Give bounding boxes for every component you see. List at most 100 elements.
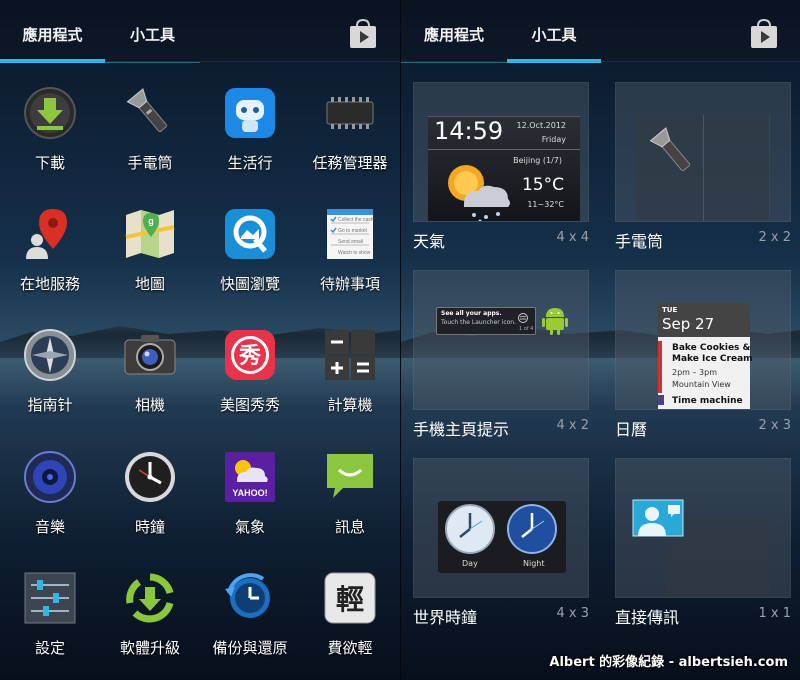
tab-bar: 應用程式 小工具 bbox=[0, 0, 400, 63]
app-label: 待辦事項 bbox=[319, 275, 380, 293]
play-store-icon[interactable] bbox=[348, 18, 378, 50]
app-settings[interactable]: 設定 bbox=[0, 571, 100, 658]
tab-widgets[interactable]: 小工具 bbox=[105, 0, 200, 63]
widget-weather[interactable]: 14:59 12.Oct.2012 Friday Beijing (1/7) 1… bbox=[413, 82, 589, 252]
camera-icon bbox=[124, 335, 176, 375]
tab-widgets[interactable]: 小工具 bbox=[507, 0, 601, 63]
calendar-event-time: 2pm – 3pm bbox=[672, 368, 718, 377]
weather-range: 11~32°C bbox=[527, 200, 564, 209]
app-maps[interactable]: g 地圖 bbox=[100, 207, 200, 294]
calendar-dow: TUE bbox=[662, 306, 678, 314]
app-label: 訊息 bbox=[334, 518, 365, 536]
app-local-services[interactable]: 在地服務 bbox=[0, 207, 100, 294]
app-messaging[interactable]: 訊息 bbox=[300, 450, 400, 537]
qing-character-icon: 輕 bbox=[324, 572, 376, 624]
compass-icon bbox=[24, 329, 76, 381]
app-label: 快圖瀏覽 bbox=[219, 275, 280, 293]
app-camera[interactable]: 相機 bbox=[100, 328, 200, 415]
widget-direct-message[interactable]: 直接傳訊 1 x 1 bbox=[615, 458, 791, 628]
app-label: 美图秀秀 bbox=[219, 396, 280, 414]
app-label: 相機 bbox=[134, 396, 165, 414]
settings-sliders-icon bbox=[24, 572, 76, 624]
app-quickpic[interactable]: 快圖瀏覽 bbox=[200, 207, 300, 294]
widget-world-clock[interactable]: Day Night 世界時鐘 4 x 3 bbox=[413, 458, 589, 628]
flashlight-icon bbox=[126, 88, 168, 132]
app-label: 設定 bbox=[34, 639, 65, 657]
todo-line: Watch tv show bbox=[338, 250, 371, 256]
clock-day-label: Day bbox=[462, 559, 478, 568]
widget-name: 世界時鐘 bbox=[413, 608, 478, 627]
weather-date: 12.Oct.2012 bbox=[516, 121, 566, 130]
svg-text:g: g bbox=[148, 216, 154, 226]
calendar-event-place: Mountain View bbox=[672, 380, 731, 389]
play-store-icon[interactable] bbox=[749, 18, 779, 50]
tab-bar: 應用程式 小工具 bbox=[401, 0, 800, 63]
launcher-dots-icon bbox=[518, 313, 528, 323]
apps-drawer-panel: 應用程式 小工具 下載 手電筒 生活行 任務管理器 在地服務 g 地圖 快圖瀏覽… bbox=[0, 0, 400, 680]
calendar-date: Sep 27 bbox=[662, 315, 715, 333]
widget-name: 天氣 bbox=[413, 232, 446, 251]
robot-icon bbox=[225, 88, 275, 138]
update-arrows-icon bbox=[126, 573, 174, 623]
widget-size: 2 x 3 bbox=[758, 418, 792, 433]
map-pin-person-icon bbox=[26, 209, 67, 259]
widgets-drawer-panel: 應用程式 小工具 14:59 12.Oct.2012 Friday Beijin… bbox=[400, 0, 800, 680]
quickpic-icon bbox=[225, 209, 275, 259]
widget-name: 直接傳訊 bbox=[615, 608, 680, 627]
widget-size: 4 x 3 bbox=[556, 606, 590, 621]
app-label: 軟體升級 bbox=[119, 639, 180, 657]
app-backup-restore[interactable]: 備份與還原 bbox=[200, 571, 300, 658]
calendar-event2: Time machine bbox=[672, 396, 743, 406]
todo-line: Go to market bbox=[338, 228, 368, 234]
widget-home-tips[interactable]: See all your apps. Touch the Launcher ic… bbox=[413, 270, 589, 440]
day-clock-icon bbox=[445, 504, 495, 554]
app-meitu[interactable]: 秀 美图秀秀 bbox=[200, 328, 300, 415]
app-software-update[interactable]: 軟體升級 bbox=[100, 571, 200, 658]
app-fei-yu-qing[interactable]: 輕 費欲輕 bbox=[300, 571, 400, 658]
widget-name: 日曆 bbox=[615, 420, 648, 439]
app-todo[interactable]: Collect the cash Go to market Send email… bbox=[300, 207, 400, 294]
widget-name: 手電筒 bbox=[615, 232, 664, 251]
yahoo-logo-text: YAHOO! bbox=[232, 488, 267, 498]
app-label: 下載 bbox=[34, 154, 65, 172]
tab-apps[interactable]: 應用程式 bbox=[401, 0, 507, 63]
android-robot-icon bbox=[542, 308, 568, 335]
app-weather[interactable]: YAHOO! 氣象 bbox=[200, 450, 300, 537]
app-calculator[interactable]: 計算機 bbox=[300, 328, 400, 415]
app-music[interactable]: 音樂 bbox=[0, 450, 100, 537]
weather-city: Beijing (1/7) bbox=[513, 156, 562, 165]
widget-preview bbox=[615, 82, 791, 222]
weather-time: 14:59 bbox=[434, 117, 504, 145]
app-label: 費欲輕 bbox=[327, 639, 373, 657]
app-label: 手電筒 bbox=[127, 154, 173, 172]
tab-apps[interactable]: 應用程式 bbox=[0, 0, 105, 63]
app-task-manager[interactable]: 任務管理器 bbox=[300, 86, 400, 173]
tips-page: 1 of 4 bbox=[519, 326, 534, 332]
app-label: 音樂 bbox=[34, 518, 65, 536]
app-lifestyle[interactable]: 生活行 bbox=[200, 86, 300, 173]
widget-preview: 14:59 12.Oct.2012 Friday Beijing (1/7) 1… bbox=[413, 82, 589, 222]
widget-preview: TUE Sep 27 Bake Cookies & Make Ice Cream… bbox=[615, 270, 791, 410]
clock-night-label: Night bbox=[523, 559, 545, 568]
widget-preview: See all your apps. Touch the Launcher ic… bbox=[413, 270, 589, 410]
widget-flashlight[interactable]: 手電筒 2 x 2 bbox=[615, 82, 791, 252]
app-compass[interactable]: 指南针 bbox=[0, 328, 100, 415]
yahoo-weather-icon: YAHOO! bbox=[225, 452, 275, 502]
todo-line: Collect the cash bbox=[338, 217, 374, 223]
tips-line1: See all your apps. bbox=[441, 310, 502, 317]
app-clock[interactable]: 時鐘 bbox=[100, 450, 200, 537]
message-bubble-icon bbox=[327, 454, 373, 498]
app-label: 生活行 bbox=[227, 154, 273, 172]
app-label: 任務管理器 bbox=[312, 154, 388, 172]
qing-glyph: 輕 bbox=[336, 583, 364, 616]
chip-icon bbox=[326, 97, 374, 129]
backup-clock-icon bbox=[225, 573, 270, 618]
calendar-event-title: Bake Cookies & bbox=[672, 343, 751, 353]
calculator-icon bbox=[325, 330, 375, 380]
app-download[interactable]: 下載 bbox=[0, 86, 100, 173]
app-label: 備份與還原 bbox=[212, 639, 288, 657]
weather-day: Friday bbox=[541, 135, 566, 144]
app-flashlight[interactable]: 手電筒 bbox=[100, 86, 200, 173]
widget-calendar[interactable]: TUE Sep 27 Bake Cookies & Make Ice Cream… bbox=[615, 270, 791, 440]
app-label: 時鐘 bbox=[134, 518, 165, 536]
